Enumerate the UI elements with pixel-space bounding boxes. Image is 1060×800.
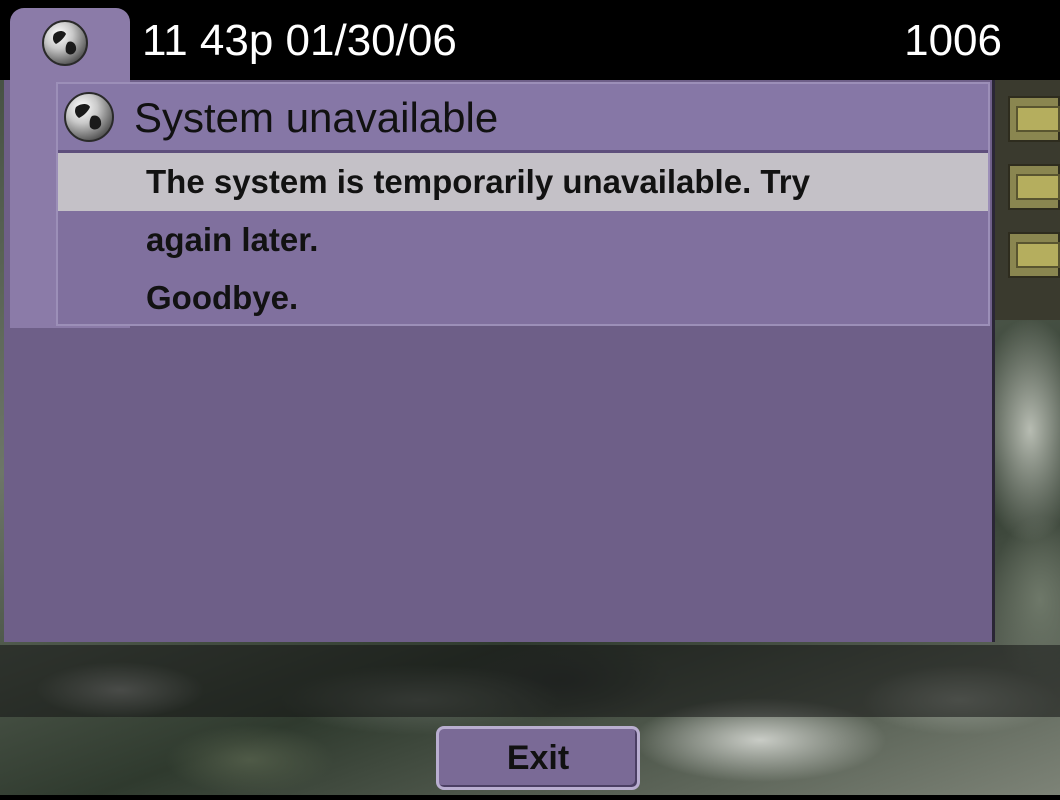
exit-softkey[interactable]: Exit bbox=[436, 726, 640, 790]
extension-number: 1006 bbox=[904, 16, 1002, 65]
message-text: again later. bbox=[146, 221, 319, 258]
dialog-title: System unavailable bbox=[134, 94, 499, 141]
bottom-border bbox=[0, 795, 1060, 800]
envelope-icon bbox=[1016, 174, 1060, 200]
alert-dialog: System unavailable The system is tempora… bbox=[56, 82, 990, 326]
line-button-2[interactable] bbox=[1008, 164, 1060, 210]
globe-icon bbox=[64, 92, 114, 142]
envelope-icon bbox=[1016, 242, 1060, 268]
globe-icon bbox=[42, 20, 88, 66]
message-text: Goodbye. bbox=[146, 279, 299, 316]
softkey-area-shade bbox=[0, 645, 1060, 717]
dialog-title-bar: System unavailable bbox=[58, 84, 988, 153]
message-line-3[interactable]: Goodbye. bbox=[58, 269, 988, 327]
time-date-display: 11 43p 01/30/06 bbox=[142, 16, 457, 65]
line-button-3[interactable] bbox=[1008, 232, 1060, 278]
message-line-1[interactable]: The system is temporarily unavailable. T… bbox=[58, 153, 988, 211]
envelope-icon bbox=[1016, 106, 1060, 132]
message-line-2[interactable]: again later. bbox=[58, 211, 988, 269]
exit-softkey-label: Exit bbox=[506, 739, 570, 777]
message-text: The system is temporarily unavailable. T… bbox=[146, 163, 810, 200]
line-button-1[interactable] bbox=[1008, 96, 1060, 142]
